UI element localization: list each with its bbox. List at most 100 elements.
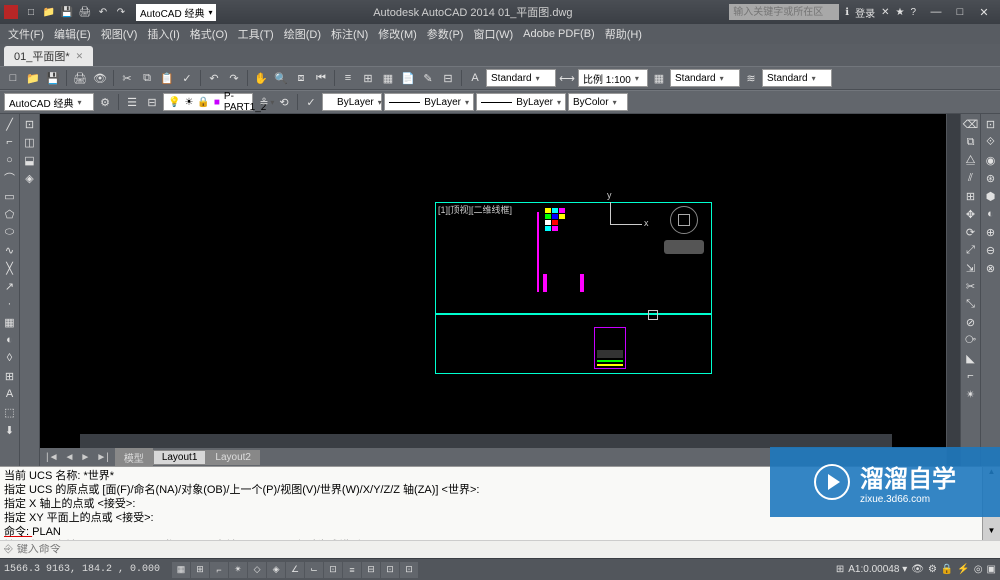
- text-style-icon[interactable]: A: [466, 69, 484, 87]
- join-icon[interactable]: ⧂: [963, 332, 979, 348]
- mirror-icon[interactable]: ⧋: [963, 152, 979, 168]
- scale-icon[interactable]: ⤢: [963, 242, 979, 258]
- ml-style-icon[interactable]: ≋: [742, 69, 760, 87]
- pline-icon[interactable]: ⌐: [2, 134, 18, 150]
- point-icon[interactable]: ·: [2, 296, 18, 312]
- layout1-tab[interactable]: Layout1: [153, 450, 207, 465]
- open-icon[interactable]: 📁: [24, 69, 42, 87]
- pan-icon[interactable]: ✋: [252, 69, 270, 87]
- model-paper-toggle[interactable]: ⊞: [836, 564, 844, 575]
- menu-help[interactable]: 帮助(H): [601, 24, 646, 44]
- scrollbar-horizontal[interactable]: [80, 434, 892, 448]
- tool-icon[interactable]: ◐: [983, 206, 999, 222]
- tool-icon[interactable]: ⬓: [22, 152, 38, 168]
- menu-draw[interactable]: 绘图(D): [280, 24, 325, 44]
- copy-icon[interactable]: ⧉: [963, 134, 979, 150]
- circle-icon[interactable]: ○: [2, 152, 18, 168]
- login-link[interactable]: 登录: [855, 5, 875, 20]
- prev-tab-icon[interactable]: ◄: [63, 452, 77, 463]
- tool-palette-icon[interactable]: ▦: [379, 69, 397, 87]
- tool-icon[interactable]: ⬢: [983, 188, 999, 204]
- menu-adobe[interactable]: Adobe PDF(B): [519, 26, 599, 42]
- last-tab-icon[interactable]: ►|: [94, 452, 111, 463]
- open-icon[interactable]: 📁: [42, 5, 56, 19]
- undo-icon[interactable]: ↶: [96, 5, 110, 19]
- color-combo[interactable]: ■ByLayer▾: [322, 93, 382, 111]
- xline-icon[interactable]: ╳: [2, 260, 18, 276]
- exchange-icon[interactable]: ✕: [881, 7, 889, 18]
- lineweight-combo[interactable]: ByLayer▾: [476, 93, 566, 111]
- dim-style-combo[interactable]: Standard▾: [670, 69, 740, 87]
- document-tab[interactable]: 01_平面图* ✕: [4, 46, 93, 66]
- tool-icon[interactable]: ◉: [983, 152, 999, 168]
- polygon-icon[interactable]: ⬠: [2, 206, 18, 222]
- plot-preview-icon[interactable]: 👁: [91, 69, 109, 87]
- new-icon[interactable]: □: [4, 69, 22, 87]
- fillet-icon[interactable]: ⌐: [963, 368, 979, 384]
- star-icon[interactable]: ★: [895, 7, 904, 18]
- ortho-toggle[interactable]: ⌐: [210, 562, 228, 578]
- anno-scale-combo[interactable]: 比例 1:100▾: [578, 69, 648, 87]
- ellipse-icon[interactable]: ⬭: [2, 224, 18, 240]
- make-current-icon[interactable]: ✓: [302, 93, 320, 111]
- help-search-input[interactable]: [729, 4, 839, 20]
- command-input[interactable]: [17, 544, 996, 556]
- calc-icon[interactable]: ⊟: [439, 69, 457, 87]
- table-icon[interactable]: ⊞: [2, 368, 18, 384]
- tool-icon[interactable]: ⊡: [983, 116, 999, 132]
- tool-icon[interactable]: ⊗: [983, 260, 999, 276]
- tpy-toggle[interactable]: ⊟: [362, 562, 380, 578]
- hardware-accel-icon[interactable]: ⚡: [957, 564, 969, 575]
- redo-icon[interactable]: ↷: [114, 5, 128, 19]
- tool-icon[interactable]: ⊡: [22, 116, 38, 132]
- spline-icon[interactable]: ∿: [2, 242, 18, 258]
- paste-icon[interactable]: 📋: [158, 69, 176, 87]
- tool-icon[interactable]: ⊛: [983, 170, 999, 186]
- stretch-icon[interactable]: ⇲: [963, 260, 979, 276]
- lwt-toggle[interactable]: ≡: [343, 562, 361, 578]
- menu-dimension[interactable]: 标注(N): [327, 24, 372, 44]
- menu-window[interactable]: 窗口(W): [469, 24, 517, 44]
- gradient-icon[interactable]: ◐: [2, 332, 18, 348]
- coordinates[interactable]: 1566.3 9163, 184.2 , 0.000: [4, 564, 160, 575]
- menu-format[interactable]: 格式(O): [186, 24, 232, 44]
- table-style-icon[interactable]: ▦: [650, 69, 668, 87]
- ws-settings-icon[interactable]: ⚙: [96, 93, 114, 111]
- print-icon[interactable]: 🖨: [71, 69, 89, 87]
- ws-switch-icon[interactable]: ⚙: [928, 564, 937, 575]
- zoom-prev-icon[interactable]: ⏮: [312, 69, 330, 87]
- otrack-toggle[interactable]: ∠: [286, 562, 304, 578]
- ducs-toggle[interactable]: ⌙: [305, 562, 323, 578]
- layer-props-icon[interactable]: ☰: [123, 93, 141, 111]
- model-tab[interactable]: 模型: [115, 448, 153, 467]
- dyn-toggle[interactable]: ⊡: [324, 562, 342, 578]
- tool-icon[interactable]: ◈: [22, 170, 38, 186]
- ml-style-combo[interactable]: Standard▾: [762, 69, 832, 87]
- help-icon[interactable]: ?: [910, 7, 916, 18]
- block-icon[interactable]: ⬚: [2, 404, 18, 420]
- rect-icon[interactable]: ▭: [2, 188, 18, 204]
- menu-modify[interactable]: 修改(M): [374, 24, 421, 44]
- line-icon[interactable]: ╱: [2, 116, 18, 132]
- drawing-canvas[interactable]: [1][顶视][二维线框] y x: [40, 114, 946, 466]
- anno-vis-icon[interactable]: 👁: [911, 564, 924, 575]
- new-icon[interactable]: □: [24, 5, 38, 19]
- save-icon[interactable]: 💾: [60, 5, 74, 19]
- ray-icon[interactable]: ↗: [2, 278, 18, 294]
- nav-wheel[interactable]: [664, 240, 704, 254]
- chamfer-icon[interactable]: ◣: [963, 350, 979, 366]
- save-icon[interactable]: 💾: [44, 69, 62, 87]
- layer-states-icon[interactable]: ⊟: [143, 93, 161, 111]
- scrollbar-vertical[interactable]: [946, 114, 960, 466]
- print-icon[interactable]: 🖨: [78, 5, 92, 19]
- 3dosnap-toggle[interactable]: ◈: [267, 562, 285, 578]
- hatch-icon[interactable]: ▦: [2, 314, 18, 330]
- array-icon[interactable]: ⊞: [963, 188, 979, 204]
- viewcube[interactable]: [670, 206, 698, 234]
- clean-screen-icon[interactable]: ▣: [987, 564, 996, 575]
- info-icon[interactable]: ℹ: [845, 7, 849, 18]
- undo-icon[interactable]: ↶: [205, 69, 223, 87]
- tool-icon[interactable]: ⊖: [983, 242, 999, 258]
- snap-toggle[interactable]: ▦: [172, 562, 190, 578]
- first-tab-icon[interactable]: |◄: [44, 452, 61, 463]
